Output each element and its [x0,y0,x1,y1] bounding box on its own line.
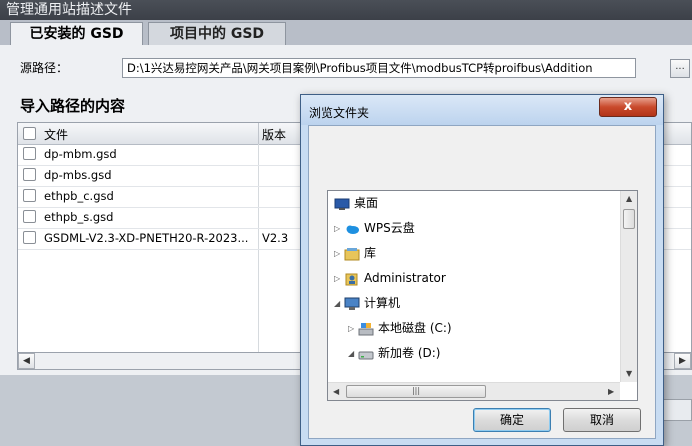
column-divider[interactable] [258,123,259,144]
file-name: GSDML-V2.3-XD-PNETH20-R-2023... [44,231,249,245]
folder-tree[interactable]: 桌面 ▷ WPS云盘 ▷ 库 ▷ Administrator ◢ 计算机 ▷ 本… [327,190,638,401]
tree-item-label: Administrator [364,271,446,285]
ok-button[interactable]: 确定 [473,408,551,432]
dialog-titlebar[interactable]: 浏览文件夹 x [301,95,663,125]
tree-item-computer[interactable]: ◢ 计算机 [334,293,400,313]
window-title: 管理通用站描述文件 [0,0,692,20]
tab-installed-gsd[interactable]: 已安装的 GSD [10,22,143,46]
browse-button[interactable]: ... [670,59,690,78]
collapse-arrow-icon[interactable]: ◢ [334,294,344,314]
tree-item-label: 新加卷 (D:) [378,346,441,360]
source-path-field[interactable]: D:\1兴达易控网关产品\网关项目案例\Profibus项目文件\modbusT… [122,58,636,78]
row-checkbox[interactable] [23,189,36,202]
tree-item-label: 桌面 [354,196,379,210]
cloud-icon [344,222,360,236]
source-path-label: 源路径： [20,61,69,75]
browse-folder-dialog: 浏览文件夹 x 桌面 ▷ WPS云盘 ▷ 库 ▷ Administrator ◢… [300,94,664,446]
file-name: dp-mbm.gsd [44,147,117,161]
desktop-icon [334,197,350,211]
tree-item-drive-d[interactable]: ◢ 新加卷 (D:) [348,343,440,363]
dialog-action-button[interactable] [660,399,692,421]
vertical-scroll-thumb[interactable] [623,209,635,229]
import-content-title: 导入路径的内容 [20,97,126,115]
scroll-up-icon[interactable]: ▲ [626,194,632,203]
expand-arrow-icon[interactable]: ▷ [348,319,358,339]
file-name: dp-mbs.gsd [44,168,112,182]
file-name: ethpb_c.gsd [44,189,114,203]
tree-vertical-scrollbar[interactable]: ▲ ▼ [620,191,637,382]
horizontal-scroll-thumb[interactable]: ||| [346,385,486,398]
tree-item-wps-cloud[interactable]: ▷ WPS云盘 [334,218,415,238]
scroll-left-icon[interactable]: ◀ [333,387,339,396]
expand-arrow-icon[interactable]: ▷ [334,269,344,289]
tree-item-label: 计算机 [364,296,401,310]
tree-item-label: WPS云盘 [364,221,415,235]
select-all-checkbox[interactable] [23,127,36,140]
computer-icon [344,297,360,311]
tree-horizontal-scrollbar[interactable]: ◀ ||| ▶ [328,382,620,400]
expand-arrow-icon[interactable]: ▷ [334,244,344,264]
tree-item-label: 库 [364,246,377,260]
row-checkbox[interactable] [23,147,36,160]
row-checkbox[interactable] [23,210,36,223]
collapse-arrow-icon[interactable]: ◢ [348,344,358,364]
expand-arrow-icon[interactable]: ▷ [334,219,344,239]
system-drive-icon [358,322,374,336]
tab-project-gsd[interactable]: 项目中的 GSD [148,22,286,45]
close-button[interactable]: x [599,97,657,117]
scroll-left-icon[interactable]: ◀ [18,353,35,369]
tree-item-library[interactable]: ▷ 库 [334,243,376,263]
tree-item-label: 本地磁盘 (C:) [378,321,452,335]
user-folder-icon [344,272,360,286]
row-checkbox[interactable] [23,168,36,181]
tree-item-administrator[interactable]: ▷ Administrator [334,268,446,288]
scroll-right-icon[interactable]: ▶ [674,353,691,369]
library-icon [344,247,360,261]
scroll-down-icon[interactable]: ▼ [626,369,632,378]
row-checkbox[interactable] [23,231,36,244]
tab-strip: 已安装的 GSD 项目中的 GSD [0,20,692,46]
column-header-file[interactable]: 文件 [44,126,68,143]
cancel-button[interactable]: 取消 [563,408,641,432]
file-name: ethpb_s.gsd [44,210,114,224]
column-header-version[interactable]: 版本 [262,126,286,143]
tree-item-drive-c[interactable]: ▷ 本地磁盘 (C:) [348,318,452,338]
tree-item-desktop[interactable]: 桌面 [334,193,378,213]
dialog-body: 桌面 ▷ WPS云盘 ▷ 库 ▷ Administrator ◢ 计算机 ▷ 本… [308,125,656,439]
drive-icon [358,347,374,361]
dialog-title: 浏览文件夹 [309,106,370,120]
close-icon: x [623,99,633,114]
file-version: V2.3 [262,231,289,245]
manage-gsd-window: 管理通用站描述文件 已安装的 GSD 项目中的 GSD 源路径： D:\1兴达易… [0,0,692,446]
scroll-right-icon[interactable]: ▶ [608,387,614,396]
